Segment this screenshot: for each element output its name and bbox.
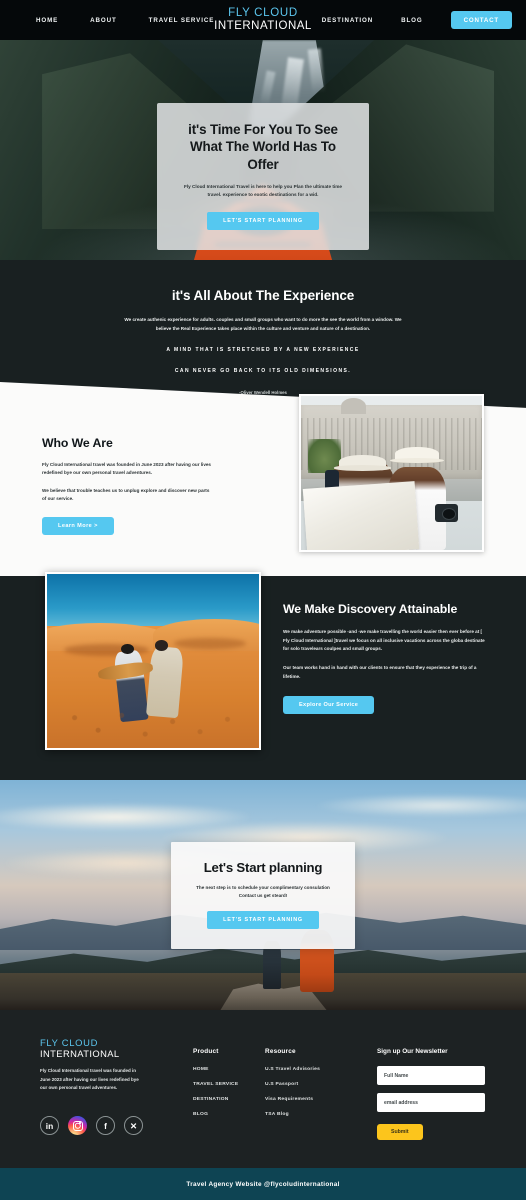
footer-link-visa-requirements[interactable]: Visa Requirements — [265, 1097, 320, 1102]
who-we-are-paragraph-1: Fly Cloud International travel was found… — [42, 462, 211, 476]
explore-our-service-button[interactable]: Explore Our Service — [283, 695, 375, 714]
footer-resource-column: Resource U.S Travel Advisories U.S Passp… — [265, 1048, 320, 1127]
footer-link-home[interactable]: HOME — [193, 1067, 238, 1072]
learn-more-button[interactable]: Learn More > — [42, 516, 114, 535]
footer-about-text: Fly Cloud International travel was found… — [40, 1068, 139, 1091]
nav-item-home[interactable]: HOME — [36, 17, 58, 24]
who-we-are-heading: Who We Are — [42, 436, 113, 450]
travel-website-page: HOME ABOUT TRAVEL SERVICE FLY CLOUD INTE… — [0, 0, 526, 1200]
social-links: in f ✕ — [40, 1116, 143, 1135]
nav-item-about[interactable]: ABOUT — [90, 17, 117, 24]
building-dome — [340, 397, 367, 415]
logo-line-2: INTERNATIONAL — [214, 20, 312, 32]
x-twitter-icon[interactable]: ✕ — [124, 1116, 143, 1135]
footer-logo[interactable]: FLY CLOUD INTERNATIONAL — [40, 1037, 120, 1060]
womans-hat-brim — [389, 457, 444, 463]
hero-heading: it's Time For You To See What The World … — [188, 122, 338, 172]
nav-item-travel-service[interactable]: TRAVEL SERVICE — [149, 17, 215, 24]
nav-item-blog[interactable]: BLOG — [401, 17, 422, 24]
newsletter-name-input[interactable] — [377, 1066, 485, 1085]
discovery-paragraph-2: Our team works hand in hand with our cli… — [283, 665, 477, 679]
sand-footprints — [55, 706, 251, 745]
cta-heading: Let's Start planning — [203, 860, 323, 875]
desert-man-head — [121, 643, 134, 655]
site-logo[interactable]: FLY CLOUD INTERNATIONAL — [214, 7, 312, 33]
footer-link-travel-advisories[interactable]: U.S Travel Advisories — [265, 1067, 320, 1072]
who-we-are-section: Who We Are Fly Cloud International trave… — [42, 436, 257, 535]
newsletter-submit-button[interactable]: Submit — [377, 1124, 423, 1140]
top-navigation-bar: HOME ABOUT TRAVEL SERVICE FLY CLOUD INTE… — [0, 0, 526, 40]
footer-link-travel-service[interactable]: TRAVEL SERVICE — [193, 1082, 238, 1087]
camera — [434, 503, 459, 523]
discovery-paragraph-1: We make adventure possible -and -we make… — [283, 629, 485, 652]
experience-heading: it's All About The Experience — [171, 288, 355, 303]
discovery-image — [45, 572, 261, 750]
cta-content-card: Let's Start planning The next step is to… — [171, 842, 355, 950]
cta-paragraph: The next step is to schedule your compli… — [196, 885, 330, 899]
facebook-icon[interactable]: f — [96, 1116, 115, 1135]
experience-quote-line-1: A MIND THAT IS STRETCHED BY A NEW EXPERI… — [166, 346, 360, 353]
bottom-bar-text: Travel Agency Website @flycoludinternati… — [186, 1180, 340, 1188]
cloud-4 — [315, 793, 526, 817]
desert-woman-head — [155, 640, 168, 651]
instagram-icon[interactable] — [68, 1116, 87, 1135]
site-footer: FLY CLOUD INTERNATIONAL Fly Cloud Intern… — [0, 1010, 526, 1168]
newsletter-email-input[interactable] — [377, 1093, 485, 1112]
footer-logo-line-2: INTERNATIONAL — [40, 1047, 120, 1059]
nav-links-left: HOME ABOUT TRAVEL SERVICE — [36, 17, 214, 24]
nav-links-right: DESTINATION BLOG CONTACT — [322, 11, 512, 29]
bottom-bar: Travel Agency Website @flycoludinternati… — [0, 1168, 526, 1200]
instagram-glyph — [72, 1120, 83, 1131]
newsletter-signup: Sign up Our Newsletter Submit — [377, 1048, 489, 1140]
hero-section: it's Time For You To See What The World … — [0, 40, 526, 260]
hero-paragraph: Fly Cloud International Travel is here t… — [183, 184, 343, 198]
mans-hat-brim — [333, 465, 392, 471]
footer-resource-heading: Resource — [265, 1048, 296, 1055]
contact-button[interactable]: CONTACT — [450, 11, 512, 29]
footer-link-tsa-blog[interactable]: TSA Blog — [265, 1112, 320, 1117]
footer-link-destination[interactable]: DESTINATION — [193, 1097, 238, 1102]
footer-link-blog[interactable]: BLOG — [193, 1112, 238, 1117]
newsletter-heading: Sign up Our Newsletter — [377, 1048, 448, 1055]
nav-item-destination[interactable]: DESTINATION — [322, 17, 373, 24]
footer-product-heading: Product — [193, 1048, 219, 1055]
who-we-are-paragraph-2: We believe that trouble teaches us to un… — [42, 487, 210, 502]
experience-quote-line-2: CAN NEVER GO BACK TO ITS OLD DIMENSIONS. — [174, 368, 352, 375]
dune-shadow-right — [174, 638, 247, 649]
footer-product-column: Product HOME TRAVEL SERVICE DESTINATION … — [193, 1048, 238, 1127]
hero-content-card: it's Time For You To See What The World … — [157, 103, 369, 250]
footer-link-passport[interactable]: U.S Passport — [265, 1082, 320, 1087]
cta-section: Let's Start planning The next step is to… — [0, 780, 526, 1010]
experience-paragraph: We create authenic experience for adults… — [124, 317, 402, 331]
hero-start-planning-button[interactable]: LET'S START PLANNING — [207, 211, 319, 230]
cta-start-planning-button[interactable]: LET'S START PLANNING — [207, 911, 319, 930]
discovery-heading: We Make Discovery Attainable — [283, 602, 458, 616]
discovery-text-block: We Make Discovery Attainable We make adv… — [283, 602, 488, 714]
linkedin-icon[interactable]: in — [40, 1116, 59, 1135]
who-we-are-image — [299, 394, 484, 552]
paper-map — [302, 481, 420, 550]
logo-line-1: FLY CLOUD — [228, 7, 298, 20]
